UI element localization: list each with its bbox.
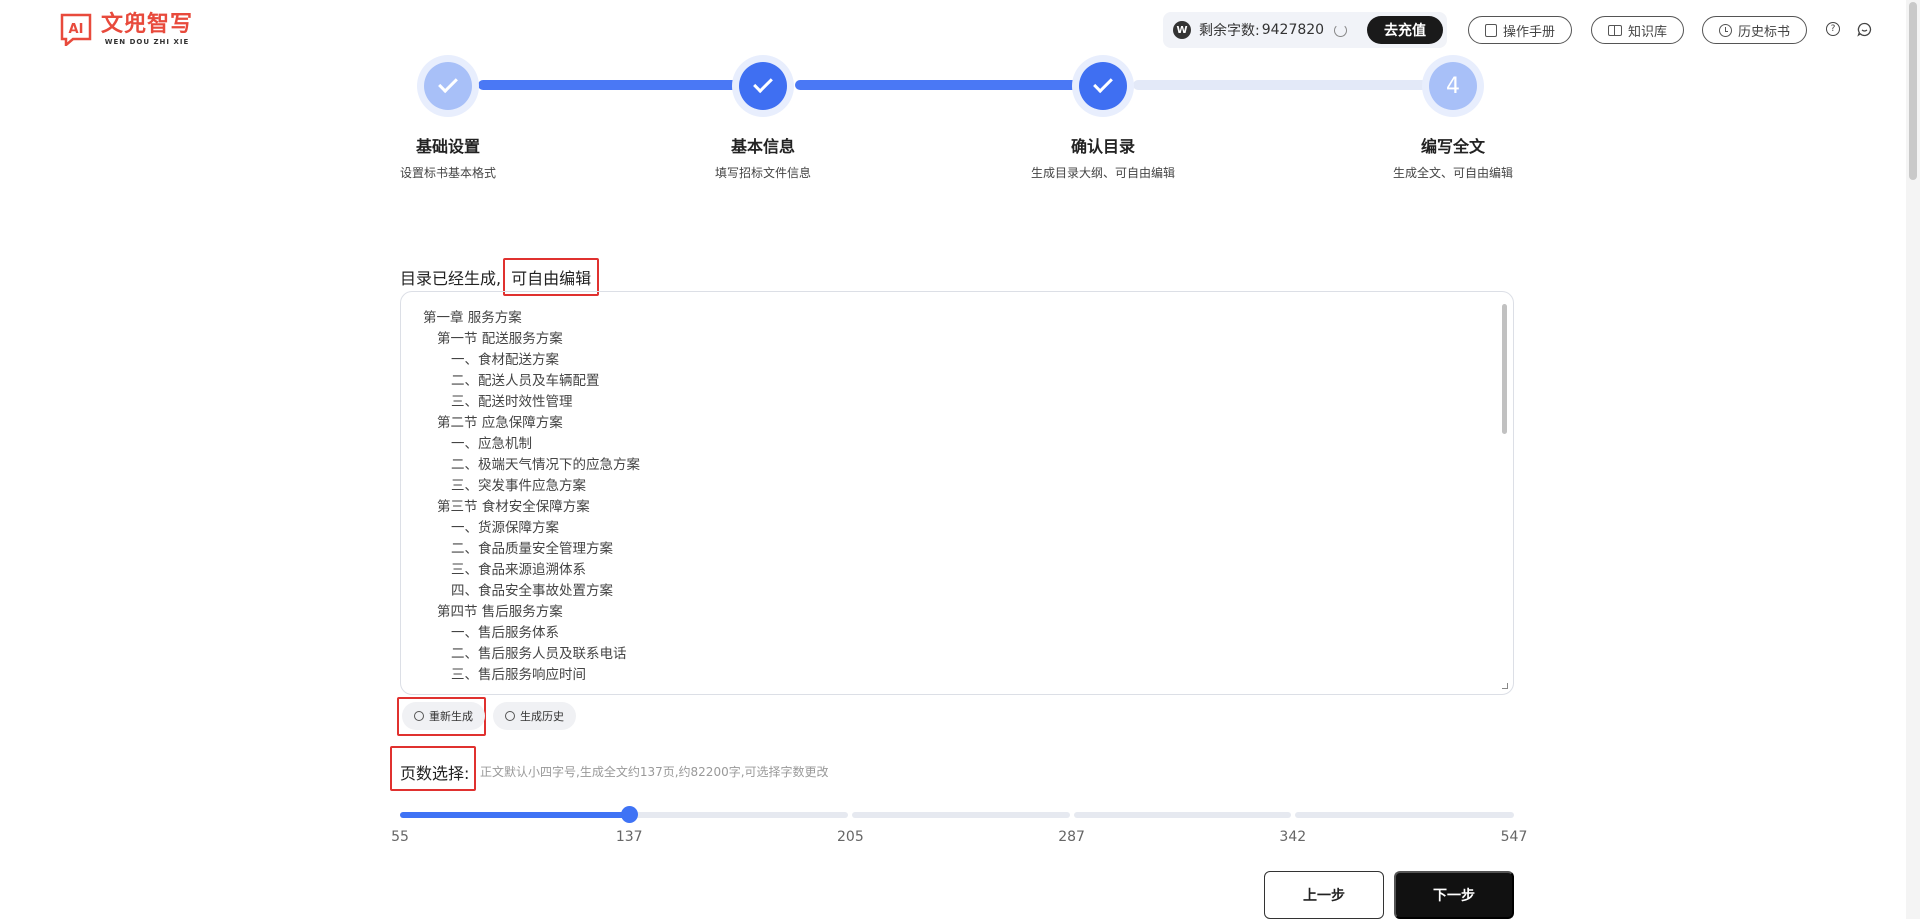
step-2-circle[interactable] xyxy=(732,55,794,117)
slider-track-segment[interactable] xyxy=(1294,812,1514,818)
toc-item[interactable]: 三、食品来源追溯体系 xyxy=(423,560,640,581)
toc-item[interactable]: 二、极端天气情况下的应急方案 xyxy=(423,455,640,476)
regenerate-button[interactable]: 重新生成 xyxy=(402,702,485,730)
slider-thumb[interactable] xyxy=(621,806,639,823)
page-root: AI 文兜智写 WEN DOU ZHI XIE W 剩余字数: 9427820 … xyxy=(0,0,1920,919)
step-4-subtitle: 生成全文、可自由编辑 xyxy=(1392,166,1513,180)
next-step-button[interactable]: 下一步 xyxy=(1394,871,1514,919)
check-icon xyxy=(753,73,773,94)
page-scrollbar[interactable] xyxy=(1906,0,1920,919)
step-1-circle[interactable] xyxy=(417,55,479,117)
toc-item[interactable]: 第一节 配送服务方案 xyxy=(423,329,640,350)
step-1-subtitle: 设置标书基本格式 xyxy=(399,166,496,180)
slider-tick-label[interactable]: 287 xyxy=(1058,829,1085,845)
progress-stepper: 4 基础设置 设置标书基本格式 基本信息 填写招标文件信息 确认目录 生成目录大… xyxy=(0,0,1920,190)
toc-item[interactable]: 三、售后服务响应时间 xyxy=(423,665,640,686)
slider-fill xyxy=(400,812,630,818)
toc-item[interactable]: 二、食品质量安全管理方案 xyxy=(423,539,640,560)
toc-list[interactable]: 第一章 服务方案 第一节 配送服务方案 一、食材配送方案 二、配送人员及车辆配置 三、配… xyxy=(423,308,640,686)
toc-item[interactable]: 三、突发事件应急方案 xyxy=(423,476,640,497)
toc-item[interactable]: 四、食品安全事故处置方案 xyxy=(423,581,640,602)
step-connector-3 xyxy=(1133,80,1429,90)
toc-item[interactable]: 三、配送时效性管理 xyxy=(423,392,640,413)
slider-tick-label[interactable]: 137 xyxy=(616,829,643,845)
check-icon xyxy=(1093,73,1113,94)
slider-track-segment[interactable] xyxy=(631,812,849,818)
generation-history-label: 生成历史 xyxy=(520,710,564,723)
step-4-number: 4 xyxy=(1429,62,1477,110)
step-3-subtitle: 生成目录大纲、可自由编辑 xyxy=(1030,166,1175,180)
toc-item[interactable]: 第三节 食材安全保障方案 xyxy=(423,497,640,518)
slider-tick-label[interactable]: 205 xyxy=(837,829,864,845)
page-select-hint: 正文默认小四字号,生成全文约137页,约82200字,可选择字数更改 xyxy=(480,765,829,779)
toc-item[interactable]: 二、配送人员及车辆配置 xyxy=(423,371,640,392)
step-1-title: 基础设置 xyxy=(415,137,480,156)
check-icon xyxy=(438,73,458,94)
refresh-icon xyxy=(414,711,424,721)
step-connector-1 xyxy=(478,80,742,90)
toc-item[interactable]: 一、售后服务体系 xyxy=(423,623,640,644)
slider-tick-label[interactable]: 342 xyxy=(1279,829,1306,845)
step-3-title: 确认目录 xyxy=(1070,137,1135,156)
slider-tick-label[interactable]: 547 xyxy=(1501,829,1528,845)
page-select-label: 页数选择: xyxy=(400,764,470,783)
toc-item[interactable]: 一、食材配送方案 xyxy=(423,350,640,371)
step-2-subtitle: 填写招标文件信息 xyxy=(714,166,811,180)
slider-tick-label[interactable]: 55 xyxy=(391,829,409,845)
slider-track-segment[interactable] xyxy=(852,812,1070,818)
toc-item[interactable]: 第四节 售后服务方案 xyxy=(423,602,640,623)
step-4-title: 编写全文 xyxy=(1420,137,1485,156)
previous-step-button[interactable]: 上一步 xyxy=(1264,871,1384,919)
page-scrollbar-thumb[interactable] xyxy=(1909,2,1917,180)
toc-scrollbar[interactable] xyxy=(1502,304,1507,434)
toc-heading-prefix: 目录已经生成, xyxy=(400,269,502,288)
toc-item[interactable]: 一、货源保障方案 xyxy=(423,518,640,539)
toc-item[interactable]: 一、应急机制 xyxy=(423,434,640,455)
slider-track-segment[interactable] xyxy=(1073,812,1291,818)
generation-history-button[interactable]: 生成历史 xyxy=(493,702,576,730)
history-icon xyxy=(505,711,515,721)
step-3-circle[interactable] xyxy=(1072,55,1134,117)
step-2-title: 基本信息 xyxy=(730,137,795,156)
toc-item[interactable]: 第二节 应急保障方案 xyxy=(423,413,640,434)
step-connector-2 xyxy=(795,80,1079,90)
toc-editor[interactable]: 第一章 服务方案 第一节 配送服务方案 一、食材配送方案 二、配送人员及车辆配置 三、配… xyxy=(400,291,1514,695)
step-4-circle[interactable]: 4 xyxy=(1422,55,1484,117)
regenerate-label: 重新生成 xyxy=(429,710,473,723)
toc-item[interactable]: 二、售后服务人员及联系电话 xyxy=(423,644,640,665)
resize-grip-icon[interactable] xyxy=(1502,683,1508,689)
toc-item[interactable]: 第一章 服务方案 xyxy=(423,308,640,329)
